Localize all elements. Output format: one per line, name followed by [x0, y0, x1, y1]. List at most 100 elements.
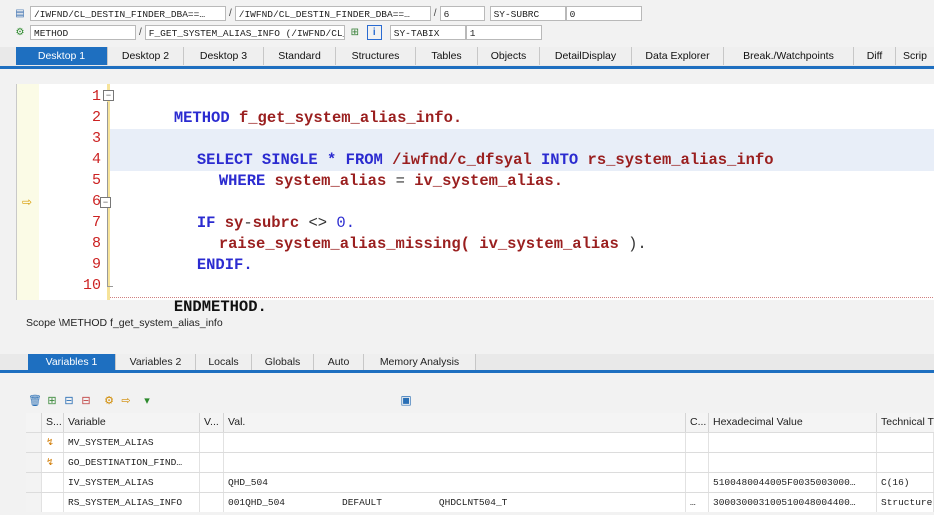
tab-standard[interactable]: Standard — [264, 47, 336, 65]
insert-row-icon[interactable]: ⊞ — [45, 393, 59, 407]
delete-icon[interactable]: 🗑 — [28, 393, 42, 407]
line-number: 7 — [91, 214, 101, 231]
column-header-v[interactable]: V... — [200, 413, 224, 432]
c-cell — [686, 433, 709, 452]
header-row-method: ⚙ METHOD / F_GET_SYSTEM_ALIAS_INFO (/IWF… — [0, 23, 542, 41]
tab-tables[interactable]: Tables — [416, 47, 478, 65]
tab-globals[interactable]: Globals — [252, 354, 314, 370]
line-number: 9 — [91, 256, 101, 273]
tech-type-cell — [877, 453, 934, 472]
line-number-gutter: 1 2 3 4 5 6 7 8 9 10 — [39, 84, 110, 300]
hex-cell — [709, 433, 877, 452]
variable-name[interactable]: RS_SYSTEM_ALIAS_INFO — [64, 493, 200, 512]
operator: = — [395, 172, 405, 190]
fold-collapse-icon[interactable]: − — [100, 197, 111, 208]
fold-guide — [107, 102, 108, 286]
sysvar-value-2[interactable]: 1 — [465, 24, 542, 40]
save-icon[interactable]: ▣ — [399, 393, 413, 407]
transfer-icon[interactable]: ⇨ — [119, 393, 133, 407]
sysvar-name-2: SY-TABIX — [389, 24, 466, 40]
tab-locals[interactable]: Locals — [196, 354, 252, 370]
code-line-4: WHERE system_alias = iv_system_alias. — [163, 150, 563, 190]
column-header-technical-type[interactable]: Technical T — [877, 413, 934, 432]
variable-name[interactable]: GO_DESTINATION_FIND… — [64, 453, 200, 472]
variable-name[interactable]: MV_SYSTEM_ALIAS — [64, 433, 200, 452]
tab-structures[interactable]: Structures — [336, 47, 416, 65]
column-header-status[interactable]: S... — [42, 413, 64, 432]
separator: / — [139, 26, 142, 38]
line-number: 10 — [82, 277, 101, 294]
keyword: METHOD — [173, 109, 230, 127]
value-cell[interactable] — [224, 433, 686, 452]
event-type-field[interactable]: METHOD — [30, 24, 136, 40]
copy-row-icon[interactable]: ⊟ — [62, 393, 76, 407]
line-number: 5 — [91, 172, 101, 189]
tab-memory-analysis[interactable]: Memory Analysis — [364, 354, 476, 370]
line-number: 3 — [91, 130, 101, 147]
v-cell — [200, 493, 224, 512]
status-cell — [42, 493, 64, 512]
line-number-field[interactable]: 6 — [439, 5, 485, 21]
value-cell[interactable]: 001QHD_504 DEFAULT QHDCLNT504_T — [224, 493, 686, 512]
value-cell[interactable]: QHD_504 — [224, 473, 686, 492]
column-header-c[interactable]: C... — [686, 413, 709, 432]
method-field[interactable]: F_GET_SYSTEM_ALIAS_INFO (/IWFND/CL_DESTI… — [144, 24, 345, 40]
row-selector[interactable] — [26, 433, 42, 452]
end-of-code-line — [110, 297, 934, 298]
breakpoint-gutter[interactable]: ⇨ — [17, 84, 40, 300]
table-row[interactable]: IV_SYSTEM_ALIAS QHD_504 5100480044005F00… — [26, 472, 934, 493]
tab-diff[interactable]: Diff — [854, 47, 896, 65]
table-row[interactable]: RS_SYSTEM_ALIAS_INFO 001QHD_504 DEFAULT … — [26, 492, 934, 513]
variable-name[interactable]: IV_SYSTEM_ALIAS — [64, 473, 200, 492]
sysvar-value-1[interactable]: 0 — [565, 5, 642, 21]
value-cell[interactable] — [224, 453, 686, 472]
identifier: system_alias — [274, 172, 387, 190]
tab-detaildisplay[interactable]: DetailDisplay — [540, 47, 632, 65]
column-header-hex[interactable]: Hexadecimal Value — [709, 413, 877, 432]
tech-type-cell — [877, 433, 934, 452]
line-number: 2 — [91, 109, 101, 126]
tab-objects[interactable]: Objects — [478, 47, 540, 65]
tab-auto[interactable]: Auto — [314, 354, 364, 370]
header-row-program: ▤ /IWFND/CL_DESTIN_FINDER_DBA==… / /IWFN… — [0, 4, 642, 22]
v-cell — [200, 433, 224, 452]
tab-desktop-3[interactable]: Desktop 3 — [184, 47, 264, 65]
filter-icon[interactable]: ▾ — [140, 393, 154, 407]
hex-cell: 5100480044005F0035003000… — [709, 473, 877, 492]
table-row[interactable]: ↯ MV_SYSTEM_ALIAS — [26, 432, 934, 453]
delete-row-icon[interactable]: ⊟ — [79, 393, 93, 407]
info-icon[interactable]: i — [366, 24, 382, 40]
settings-icon[interactable]: ⚙ — [102, 393, 116, 407]
hex-cell: 300030003100510048004400… — [709, 493, 877, 512]
tab-variables-1[interactable]: Variables 1 — [28, 354, 116, 370]
row-selector[interactable] — [26, 453, 42, 472]
program-icon: ▤ — [15, 7, 25, 19]
program-field[interactable]: /IWFND/CL_DESTIN_FINDER_DBA==… — [30, 5, 226, 21]
fold-end-marker — [107, 286, 113, 287]
tab-variables-2[interactable]: Variables 2 — [116, 354, 196, 370]
tab-breakpoints[interactable]: Break./Watchpoints — [724, 47, 854, 65]
tab-data-explorer[interactable]: Data Explorer — [632, 47, 724, 65]
row-selector[interactable] — [26, 493, 42, 512]
keyword: ENDMETHOD. — [173, 298, 267, 316]
table-row[interactable]: ↯ GO_DESTINATION_FIND… — [26, 452, 934, 473]
c-cell — [686, 453, 709, 472]
tech-type-cell: Structure: — [877, 493, 934, 512]
row-selector[interactable] — [26, 473, 42, 492]
fold-collapse-icon[interactable]: − — [103, 90, 114, 101]
column-header-variable[interactable]: Variable — [64, 413, 200, 432]
include-field[interactable]: /IWFND/CL_DESTIN_FINDER_DBA==… — [234, 5, 431, 21]
navigate-icon[interactable]: ⊞ — [347, 25, 363, 40]
desktop-tabs: Desktop 1 Desktop 2 Desktop 3 Standard S… — [0, 47, 934, 69]
status-cell — [42, 473, 64, 492]
code-line-1: METHOD f_get_system_alias_info. — [118, 87, 462, 127]
tab-desktop-1[interactable]: Desktop 1 — [16, 47, 108, 65]
tab-script[interactable]: Scrip — [896, 47, 934, 65]
method-icon: ⚙ — [15, 26, 25, 38]
code-area[interactable]: − − METHOD f_get_system_alias_info. SELE… — [100, 84, 934, 316]
c-cell: … — [686, 493, 709, 512]
line-number: 1 — [91, 88, 101, 105]
column-header-value[interactable]: Val. — [224, 413, 686, 432]
code-line-7: raise_system_alias_missing( iv_system_al… — [163, 213, 647, 253]
tab-desktop-2[interactable]: Desktop 2 — [108, 47, 184, 65]
